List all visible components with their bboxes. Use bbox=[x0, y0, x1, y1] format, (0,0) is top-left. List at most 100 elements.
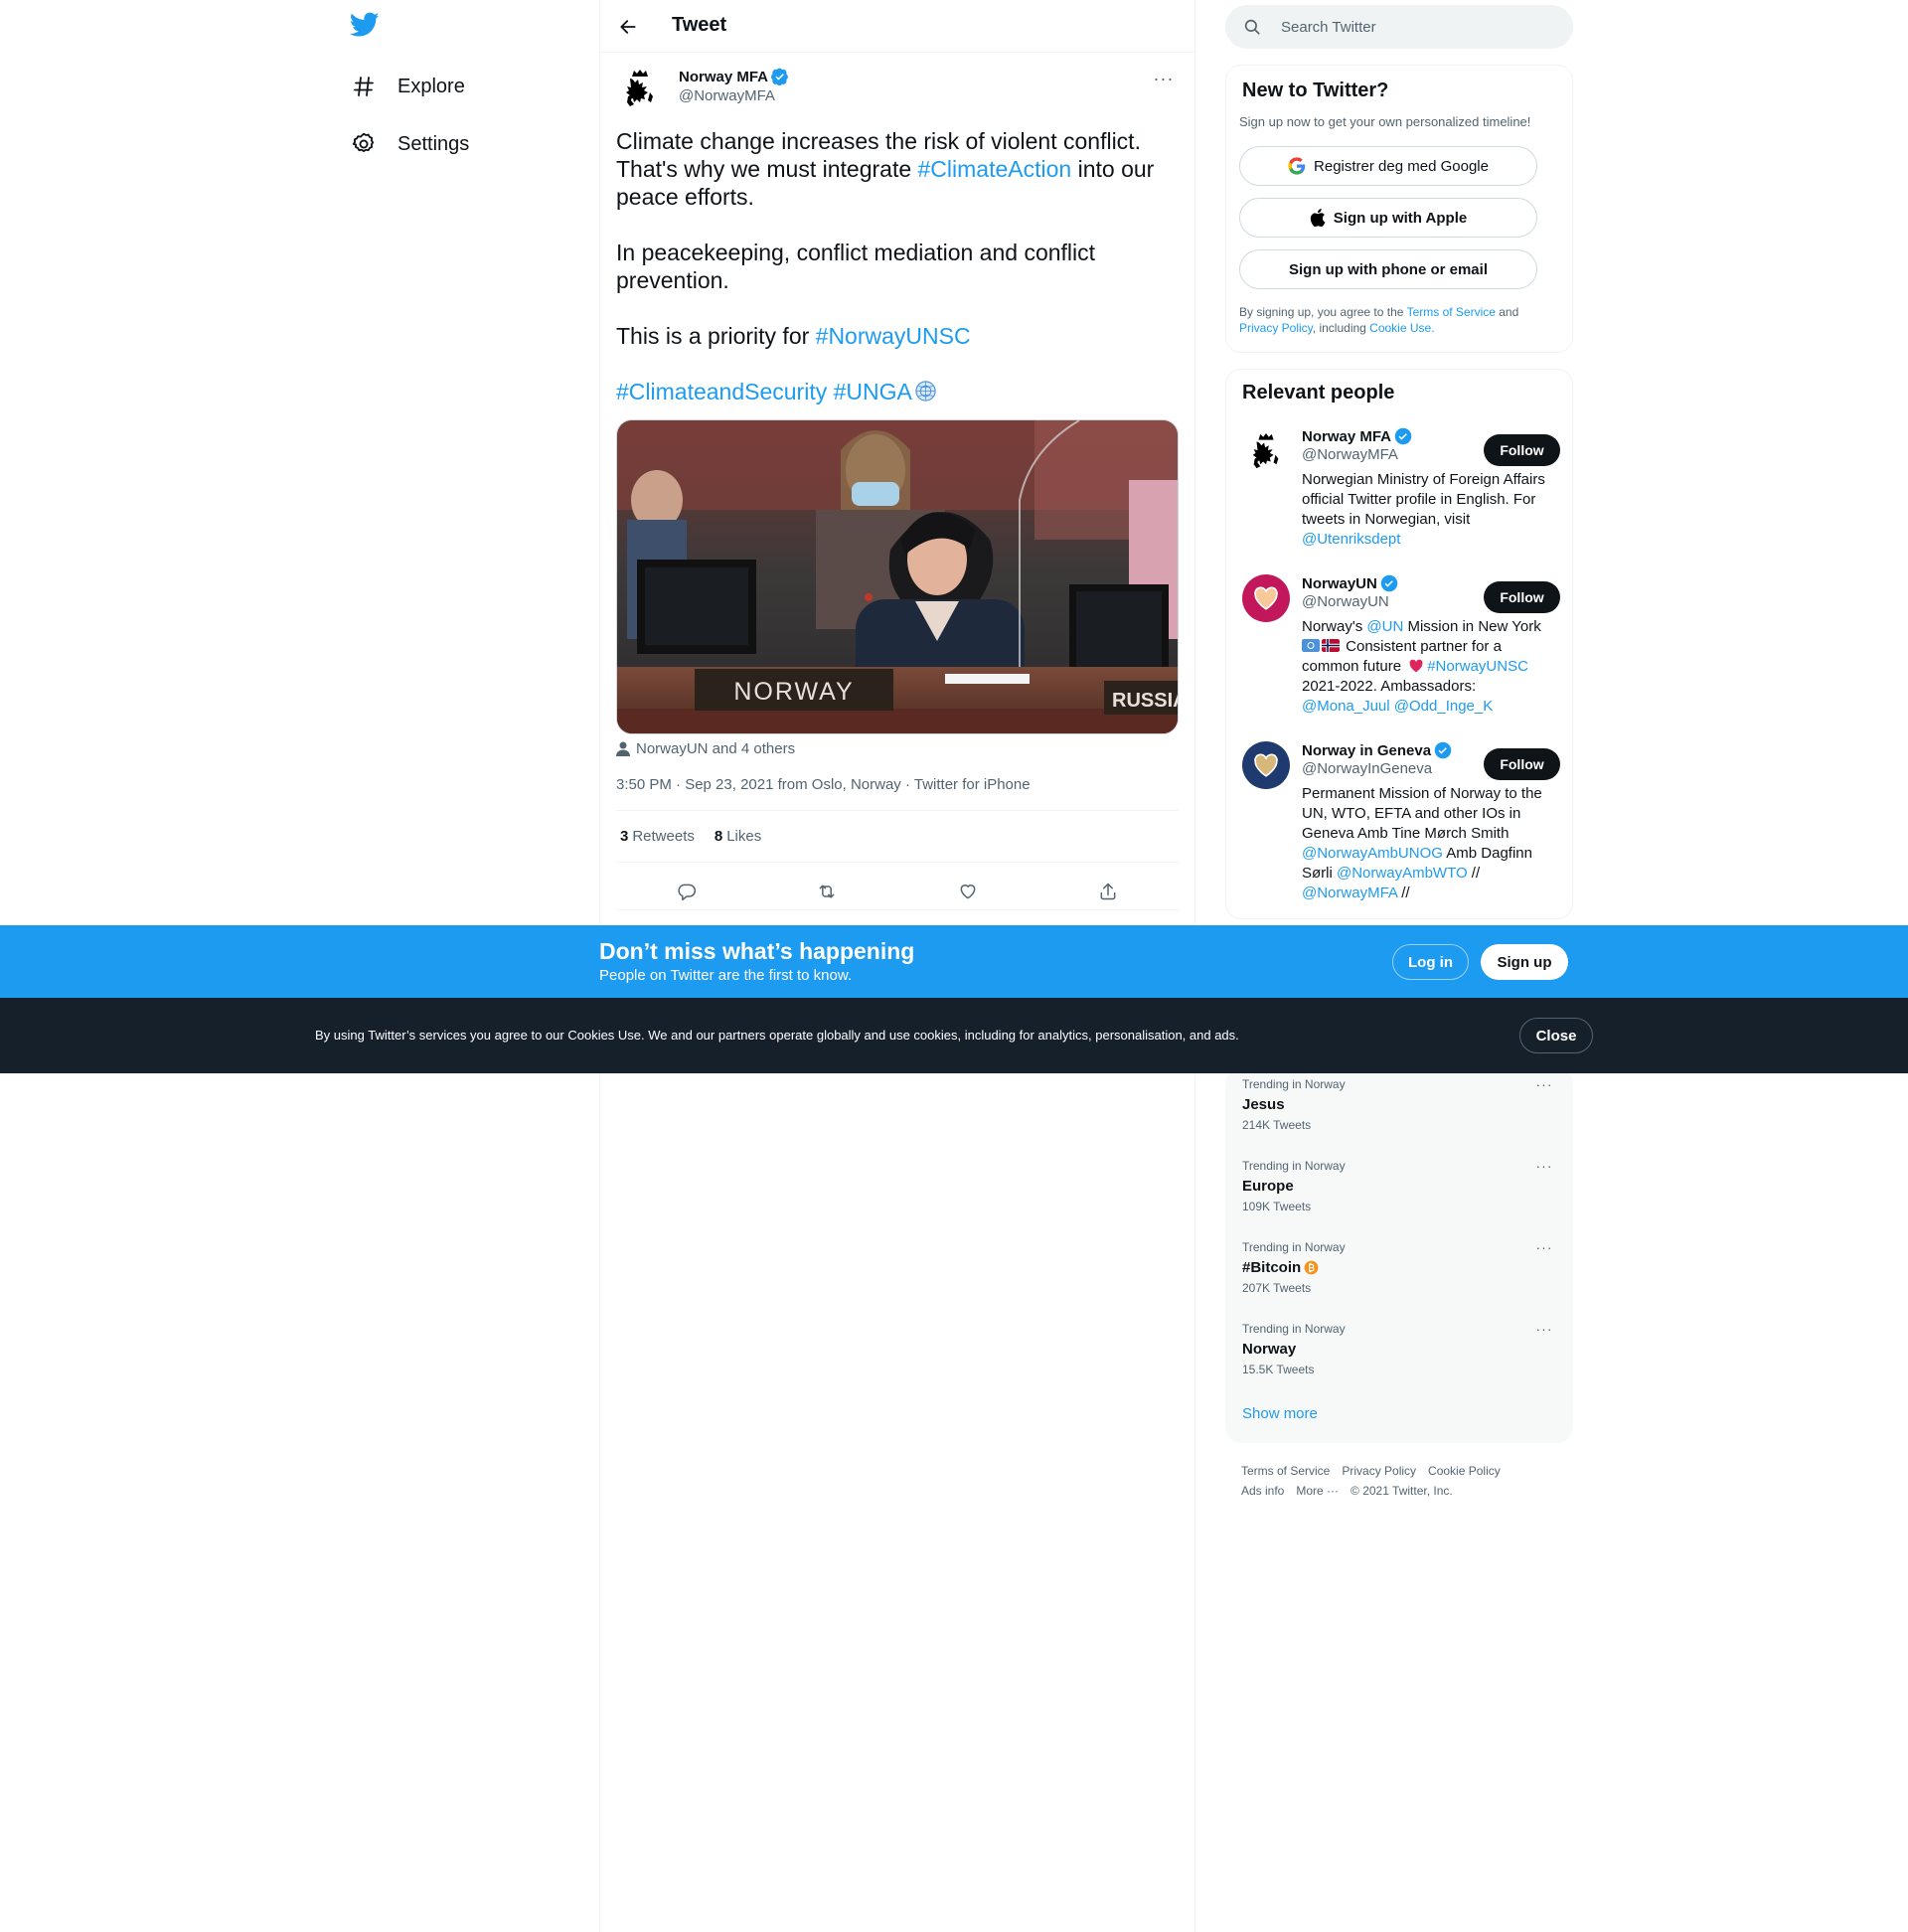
bio-mention-link[interactable]: @Mona_Juul bbox=[1302, 698, 1390, 715]
bio-mention-link[interactable]: @Odd_Inge_K bbox=[1394, 698, 1493, 715]
avatar[interactable] bbox=[1242, 574, 1290, 622]
search-box[interactable] bbox=[1225, 5, 1573, 49]
hashtag-link[interactable]: #ClimateandSecurity bbox=[616, 379, 827, 404]
divider bbox=[616, 862, 1179, 863]
gear-icon bbox=[350, 130, 378, 158]
tweet-text: Climate change increases the risk of vio… bbox=[616, 127, 1179, 433]
trend-item[interactable]: Trending in Norway Norway 15.5K Tweets ·… bbox=[1242, 1314, 1558, 1383]
relevant-people-card: Relevant people Norway MFA @NorwayMFA Fo… bbox=[1225, 369, 1573, 919]
footer-cookie-link[interactable]: Cookie Policy bbox=[1428, 1461, 1501, 1481]
follow-button[interactable]: Follow bbox=[1484, 434, 1560, 466]
retweets-count: 3 bbox=[620, 828, 629, 845]
nav-settings[interactable]: Settings bbox=[350, 122, 469, 166]
login-button[interactable]: Log in bbox=[1392, 944, 1469, 980]
hashtag-link[interactable]: #UNGA bbox=[834, 379, 912, 404]
phone-email-signup-label: Sign up with phone or email bbox=[1288, 260, 1488, 278]
nav-settings-label: Settings bbox=[398, 132, 470, 155]
footer-ads-info-link[interactable]: Ads info bbox=[1241, 1481, 1284, 1501]
google-g-icon bbox=[1288, 157, 1306, 175]
legal-text: By signing up, you agree to the bbox=[1239, 305, 1407, 319]
bio-text: Permanent Mission of Norway to the UN, W… bbox=[1302, 785, 1542, 842]
terms-of-service-link[interactable]: Terms of Service bbox=[1407, 305, 1496, 319]
verified-badge-icon bbox=[1434, 741, 1452, 759]
privacy-policy-link[interactable]: Privacy Policy bbox=[1239, 321, 1313, 335]
signup-legal-text: By signing up, you agree to the Terms of… bbox=[1239, 304, 1557, 336]
bio-text: Norwegian Ministry of Foreign Affairs of… bbox=[1302, 471, 1545, 528]
hashtag-link[interactable]: #ClimateAction bbox=[918, 156, 1072, 182]
more-options-icon[interactable]: ··· bbox=[1532, 1074, 1556, 1094]
retweet-icon[interactable] bbox=[808, 873, 846, 910]
reply-icon[interactable] bbox=[668, 873, 706, 910]
tagged-people[interactable]: NorwayUN and 4 others bbox=[616, 740, 795, 757]
footer-more-link[interactable]: More ··· bbox=[1296, 1481, 1339, 1501]
trend-count: 207K Tweets bbox=[1242, 1281, 1312, 1295]
un-flag-icon bbox=[1302, 639, 1320, 652]
bio-mention-link[interactable]: @UN bbox=[1366, 618, 1403, 635]
trend-context: Trending in Norway bbox=[1242, 1322, 1346, 1336]
person-name[interactable]: Norway MFA bbox=[1302, 427, 1412, 445]
footer-terms-link[interactable]: Terms of Service bbox=[1241, 1461, 1330, 1481]
person-name-text: Norway in Geneva bbox=[1302, 741, 1432, 759]
bio-hashtag-link[interactable]: #NorwayUNSC bbox=[1427, 658, 1528, 675]
person-name[interactable]: NorwayUN bbox=[1302, 574, 1398, 592]
hashtag-link[interactable]: #NorwayUNSC bbox=[816, 323, 971, 349]
nav-explore[interactable]: Explore bbox=[350, 65, 465, 108]
footer-privacy-link[interactable]: Privacy Policy bbox=[1342, 1461, 1416, 1481]
more-options-icon[interactable]: ··· bbox=[1149, 67, 1179, 90]
trend-item[interactable]: Trending in Norway Europe 109K Tweets ··… bbox=[1242, 1151, 1558, 1220]
more-options-icon[interactable]: ··· bbox=[1532, 1319, 1556, 1339]
retweets-label: Retweets bbox=[632, 828, 695, 845]
trend-context: Trending in Norway bbox=[1242, 1159, 1346, 1173]
apple-signup-button[interactable]: Sign up with Apple bbox=[1239, 198, 1537, 238]
un-emblem-icon bbox=[915, 381, 936, 402]
bio-mention-link[interactable]: @NorwayMFA bbox=[1302, 885, 1397, 901]
author-avatar[interactable] bbox=[616, 65, 664, 112]
footer-copyright: © 2021 Twitter, Inc. bbox=[1351, 1484, 1453, 1498]
bio-mention-link[interactable]: @NorwayAmbWTO bbox=[1337, 865, 1468, 882]
close-cookie-button[interactable]: Close bbox=[1519, 1018, 1593, 1053]
show-more-link[interactable]: Show more bbox=[1242, 1405, 1318, 1422]
bio-text: Norway's bbox=[1302, 618, 1367, 635]
share-icon[interactable] bbox=[1089, 873, 1127, 910]
trend-item[interactable]: Trending in Norway #Bitcoin 207K Tweets … bbox=[1242, 1232, 1558, 1302]
like-heart-icon[interactable] bbox=[949, 873, 987, 910]
tweet-timestamp[interactable]: 3:50 PM · Sep 23, 2021 from Oslo, Norway… bbox=[616, 776, 1031, 793]
person-bio: Permanent Mission of Norway to the UN, W… bbox=[1302, 784, 1552, 903]
phone-email-signup-button[interactable]: Sign up with phone or email bbox=[1239, 249, 1537, 289]
avatar[interactable] bbox=[1242, 427, 1290, 475]
cookie-use-link[interactable]: Cookie Use bbox=[1369, 321, 1431, 335]
person-handle: @NorwayInGeneva bbox=[1302, 760, 1433, 777]
back-arrow-icon[interactable] bbox=[612, 11, 644, 43]
search-input[interactable] bbox=[1281, 5, 1559, 49]
more-options-icon[interactable]: ··· bbox=[1532, 1156, 1556, 1176]
trends-card: Trending in Norway Jesus 214K Tweets ···… bbox=[1225, 1068, 1573, 1443]
follow-button[interactable]: Follow bbox=[1484, 581, 1560, 613]
author-name-text: Norway MFA bbox=[679, 68, 769, 85]
trend-name: Norway bbox=[1242, 1341, 1297, 1358]
google-signup-button[interactable]: Registrer deg med Google bbox=[1239, 146, 1537, 186]
trend-name: #Bitcoin bbox=[1242, 1259, 1319, 1276]
trend-name-text: #Bitcoin bbox=[1242, 1259, 1302, 1276]
follow-button[interactable]: Follow bbox=[1484, 748, 1560, 780]
trend-item[interactable]: Trending in Norway Jesus 214K Tweets ··· bbox=[1242, 1069, 1558, 1139]
avatar[interactable] bbox=[1242, 741, 1290, 789]
trend-count: 15.5K Tweets bbox=[1242, 1363, 1315, 1376]
person-bio: Norway's @UN Mission in New York Consist… bbox=[1302, 617, 1552, 717]
bio-mention-link[interactable]: @Utenriksdept bbox=[1302, 531, 1400, 548]
new-to-twitter-card: New to Twitter? Sign up now to get your … bbox=[1225, 65, 1573, 353]
person-name[interactable]: Norway in Geneva bbox=[1302, 741, 1452, 759]
likes-label: Likes bbox=[726, 828, 762, 845]
more-options-icon[interactable]: ··· bbox=[1532, 1237, 1556, 1257]
likes-stat[interactable]: 8 Likes bbox=[715, 828, 761, 845]
trend-count: 214K Tweets bbox=[1242, 1118, 1312, 1132]
bitcoin-icon bbox=[1304, 1260, 1319, 1275]
author-handle[interactable]: @NorwayMFA bbox=[679, 87, 775, 104]
author-name[interactable]: Norway MFA bbox=[679, 68, 789, 85]
bio-text: Mission in New York bbox=[1403, 618, 1541, 635]
signup-button[interactable]: Sign up bbox=[1481, 944, 1568, 980]
twitter-logo-icon[interactable] bbox=[349, 12, 384, 42]
bio-mention-link[interactable]: @NorwayAmbUNOG bbox=[1302, 845, 1443, 862]
retweets-stat[interactable]: 3 Retweets bbox=[620, 828, 695, 845]
cookie-consent-bar: By using Twitter’s services you agree to… bbox=[0, 998, 1908, 1073]
tweet-media-image[interactable]: NORWAY RUSSIAN bbox=[616, 419, 1179, 734]
